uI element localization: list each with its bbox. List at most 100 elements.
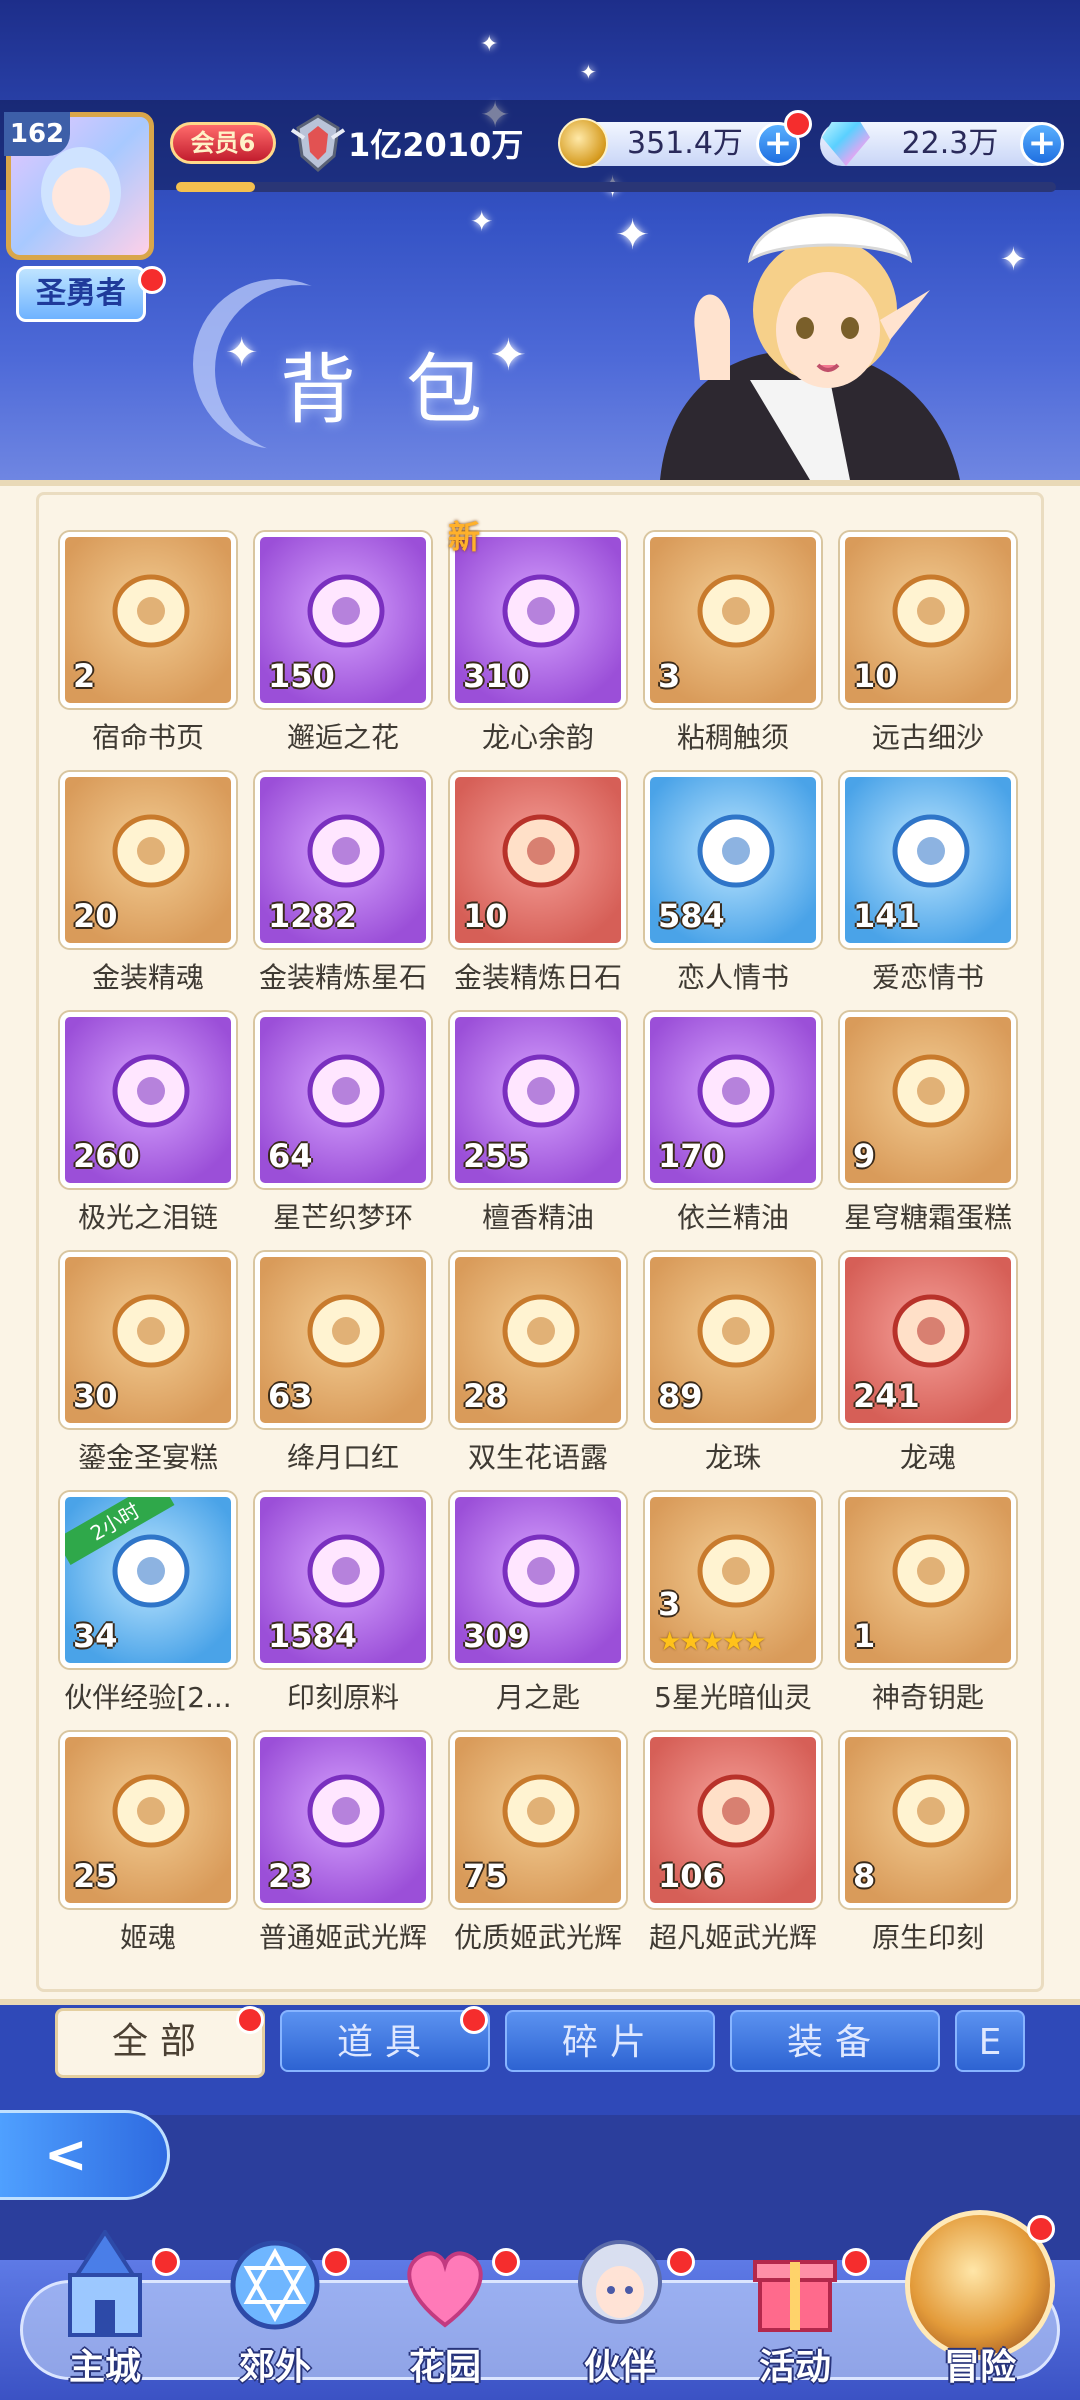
back-arrow-icon: < [44, 2125, 88, 2185]
inventory-item[interactable]: 10 [840, 532, 1016, 708]
item-count: 20 [73, 897, 118, 935]
fairy-icon [697, 1534, 775, 1608]
tab-fragments[interactable]: 碎片 [505, 2010, 715, 2072]
item-name: 远古细沙 [871, 721, 984, 754]
inventory-item[interactable]: 23 [255, 1732, 431, 1908]
inventory-item[interactable]: 309 [450, 1492, 626, 1668]
item-count: 3 [658, 657, 681, 695]
inventory-item[interactable]: 20 [60, 772, 236, 948]
egg-material-icon [307, 1534, 385, 1608]
item-name: 印刻原料 [286, 1681, 399, 1714]
item-count: 1282 [268, 897, 358, 935]
inventory-item[interactable]: 255 [450, 1012, 626, 1188]
nav-label: 伙伴 [583, 2347, 656, 2388]
tab-equipment[interactable]: 装备 [730, 2010, 940, 2072]
item-count: 2 [73, 657, 96, 695]
inventory-item[interactable]: 310 [450, 532, 626, 708]
rose-letter-icon [892, 814, 970, 888]
item-count: 255 [463, 1137, 530, 1175]
gift-box-icon [753, 2260, 837, 2332]
item-count: 9 [853, 1137, 876, 1175]
inventory-item[interactable]: 9 [840, 1012, 1016, 1188]
inventory-item[interactable]: 10 [450, 772, 626, 948]
nav-main-city[interactable]: 主城 [30, 2230, 180, 2400]
nav-partner[interactable]: 伙伴 [545, 2230, 695, 2400]
item-count: 64 [268, 1137, 313, 1175]
red-gem-icon [697, 1774, 775, 1848]
item-name: 神奇钥匙 [871, 1681, 984, 1714]
tab-props[interactable]: 道具 [280, 2010, 490, 2072]
gold-red-dot [784, 110, 812, 138]
inventory-item[interactable]: 141 [840, 772, 1016, 948]
tab-all[interactable]: 全部 [55, 2008, 265, 2078]
dragon-soul-icon [892, 1294, 970, 1368]
item-count: 170 [658, 1137, 725, 1175]
player-level: 162 [4, 112, 70, 156]
vip-badge[interactable]: 会员6 [170, 122, 276, 164]
inventory-item[interactable]: 30 [60, 1252, 236, 1428]
inventory-item[interactable]: 260 [60, 1012, 236, 1188]
item-count: 34 [73, 1617, 118, 1655]
inventory-item[interactable]: 106 [645, 1732, 821, 1908]
love-letter-icon [697, 814, 775, 888]
item-count: 260 [73, 1137, 140, 1175]
inventory-item[interactable]: 63 [255, 1252, 431, 1428]
item-name: 原生印刻 [871, 1921, 984, 1954]
item-name: 伙伴经验[2... [64, 1681, 232, 1714]
nav-label: 花园 [408, 2347, 481, 2388]
inventory-item[interactable]: 2 [60, 532, 236, 708]
inventory-item[interactable]: 2小时 34 [60, 1492, 236, 1668]
purple-gem-icon [307, 1774, 385, 1848]
inventory-item[interactable]: 1282 [255, 772, 431, 948]
inventory-item[interactable]: 170 [645, 1012, 821, 1188]
title-badge[interactable]: 圣勇者 [16, 266, 146, 322]
nav-red-dot [1027, 2215, 1055, 2243]
item-name: 依兰精油 [676, 1201, 789, 1234]
inventory-item[interactable]: 150 [255, 532, 431, 708]
item-count: 28 [463, 1377, 508, 1415]
inventory-item[interactable]: 89 [645, 1252, 821, 1428]
inventory-item[interactable]: 64 [255, 1012, 431, 1188]
inventory-item[interactable]: 1584 [255, 1492, 431, 1668]
heart-garden-icon [407, 2251, 483, 2328]
item-name: 星穹糖霜蛋糕 [843, 1201, 1012, 1234]
tab-more[interactable]: E [955, 2010, 1025, 2072]
gold-coin-icon [558, 118, 608, 168]
diamond-value: 22.3万 [901, 126, 999, 161]
item-name: 金装精炼星石 [258, 961, 427, 994]
nav-suburb[interactable]: 郊外 [200, 2230, 350, 2400]
moon-key-icon [502, 1534, 580, 1608]
item-name: 龙魂 [899, 1441, 956, 1474]
inventory-item[interactable]: 28 [450, 1252, 626, 1428]
nav-garden[interactable]: 花园 [370, 2230, 520, 2400]
inventory-item[interactable]: 25 [60, 1732, 236, 1908]
power-icon [290, 114, 346, 172]
inventory-item[interactable]: 241 [840, 1252, 1016, 1428]
item-name: 粘稠触须 [676, 721, 789, 754]
castle-icon [68, 2230, 142, 2337]
nav-activity[interactable]: 活动 [720, 2230, 870, 2400]
inventory-item[interactable]: 8 [840, 1732, 1016, 1908]
tentacle-icon [697, 574, 775, 648]
item-name: 恋人情书 [676, 961, 789, 994]
inventory-item[interactable]: ★★★★★ 3 [645, 1492, 821, 1668]
dragon-orb-icon [697, 1294, 775, 1368]
sand-pile-icon [892, 574, 970, 648]
item-count: 310 [463, 657, 530, 695]
item-name: 绛月口红 [286, 1441, 399, 1474]
purple-flame-icon [112, 1774, 190, 1848]
nav-label: 主城 [68, 2347, 141, 2388]
inventory-item[interactable]: 75 [450, 1732, 626, 1908]
back-button[interactable]: < [0, 2110, 170, 2200]
inventory-item[interactable]: 1 [840, 1492, 1016, 1668]
add-diamond-button[interactable]: + [1020, 122, 1064, 166]
gold-value: 351.4万 [627, 126, 743, 161]
item-count: 25 [73, 1857, 118, 1895]
nav-adventure[interactable]: 冒险 [905, 2215, 1055, 2400]
nav-red-dot [842, 2248, 870, 2276]
nav-red-dot [152, 2248, 180, 2276]
inventory-item[interactable]: 584 [645, 772, 821, 948]
inventory-item[interactable]: 3 [645, 532, 821, 708]
item-count: 89 [658, 1377, 703, 1415]
item-count: 309 [463, 1617, 530, 1655]
